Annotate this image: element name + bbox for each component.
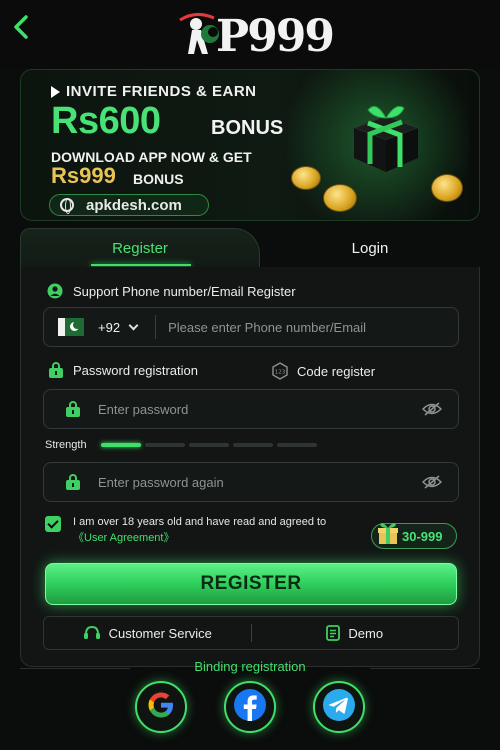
reward-label: 30-999 [402, 528, 443, 544]
facebook-login-button[interactable] [224, 681, 276, 733]
code-badge-icon: 123 [271, 362, 289, 380]
lock-icon [66, 401, 80, 417]
strength-label: Strength [45, 439, 87, 451]
strength-segment [277, 443, 317, 447]
strength-segment [233, 443, 273, 447]
phone-section-text: Support Phone number/Email Register [73, 283, 296, 299]
strength-segment [145, 443, 185, 447]
register-form: Support Phone number/Email Register +92 … [20, 267, 480, 667]
user-icon [47, 283, 63, 299]
demo-label: Demo [348, 625, 384, 641]
password-placeholder: Enter password [98, 401, 189, 417]
telegram-icon [322, 688, 356, 727]
agree-text: I am over 18 years old and have read and… [73, 516, 327, 528]
banner-url[interactable]: apkdesh.com [49, 194, 209, 216]
customer-service-button[interactable]: Customer Service [44, 625, 251, 641]
header: P999 [0, 0, 500, 68]
code-register-label: Code register [297, 363, 376, 379]
banner-bonus2-label: BONUS [133, 171, 184, 187]
cricket-player-icon [170, 10, 222, 62]
gift-icon [376, 520, 400, 546]
agreement-row: I am over 18 years old and have read and… [45, 514, 326, 546]
password-registration-option[interactable]: Password registration [49, 362, 198, 378]
strength-segment [101, 443, 141, 447]
phone-section-label: Support Phone number/Email Register [47, 283, 296, 299]
eye-off-icon[interactable] [421, 475, 443, 489]
banner-amount2: Rs999 [51, 163, 116, 188]
logo-text: P999 [216, 10, 335, 62]
svg-text:123: 123 [275, 370, 286, 376]
gift-box-icon [346, 98, 424, 176]
password-again-field[interactable]: Enter password again [43, 462, 459, 502]
lock-icon [49, 362, 63, 378]
telegram-login-button[interactable] [313, 681, 365, 733]
tab-register[interactable]: Register [20, 228, 260, 268]
reward-badge[interactable]: 30-999 [371, 523, 457, 549]
banner-bonus-label: BONUS [211, 117, 284, 139]
headset-icon [83, 625, 101, 641]
facebook-icon [233, 688, 267, 727]
document-icon [326, 625, 341, 641]
banner-line1: INVITE FRIENDS & EARN [66, 83, 257, 100]
coin-icon [291, 166, 321, 190]
service-bar: Customer Service Demo [43, 616, 459, 650]
strength-segment [189, 443, 229, 447]
password-again-placeholder: Enter password again [98, 474, 224, 490]
phone-email-input[interactable]: Please enter Phone number/Email [168, 320, 366, 335]
password-registration-label: Password registration [73, 362, 198, 378]
password-field[interactable]: Enter password [43, 389, 459, 429]
coin-icon [431, 174, 463, 202]
customer-service-label: Customer Service [108, 625, 212, 641]
banner-headline: INVITE FRIENDS & EARN [51, 83, 257, 100]
country-code-value: +92 [98, 319, 121, 335]
banner-url-text: apkdesh.com [86, 196, 182, 214]
tab-login-label: Login [351, 239, 389, 257]
code-register-option[interactable]: 123 Code register [271, 362, 375, 380]
auth-tabs: Register Login [20, 228, 480, 268]
phone-input-row: +92 Please enter Phone number/Email [43, 307, 459, 347]
user-agreement-link[interactable]: 《User Agreement》 [73, 530, 326, 546]
promo-banner[interactable]: INVITE FRIENDS & EARN Rs600 BONUS DOWNLO… [20, 69, 480, 221]
demo-button[interactable]: Demo [252, 625, 459, 641]
tab-login[interactable]: Login [260, 228, 480, 268]
coin-icon [323, 184, 357, 212]
pakistan-flag-icon [58, 318, 84, 336]
active-tab-indicator [91, 264, 191, 266]
tab-register-label: Register [112, 240, 168, 257]
lock-icon [66, 474, 80, 490]
password-strength-meter [101, 443, 317, 447]
register-button[interactable]: REGISTER [45, 563, 457, 605]
eye-off-icon[interactable] [421, 402, 443, 416]
globe-icon [60, 198, 74, 214]
google-icon [146, 690, 176, 725]
brand-logo: P999 [170, 8, 335, 64]
chevron-down-icon [128, 320, 139, 330]
country-code-select[interactable]: +92 [84, 319, 139, 335]
google-login-button[interactable] [135, 681, 187, 733]
back-arrow-icon[interactable] [12, 14, 34, 40]
banner-amount: Rs600 [51, 100, 161, 142]
binding-registration-label: Binding registration [194, 659, 306, 674]
play-triangle-icon [51, 85, 60, 98]
agree-checkbox[interactable] [45, 516, 61, 532]
